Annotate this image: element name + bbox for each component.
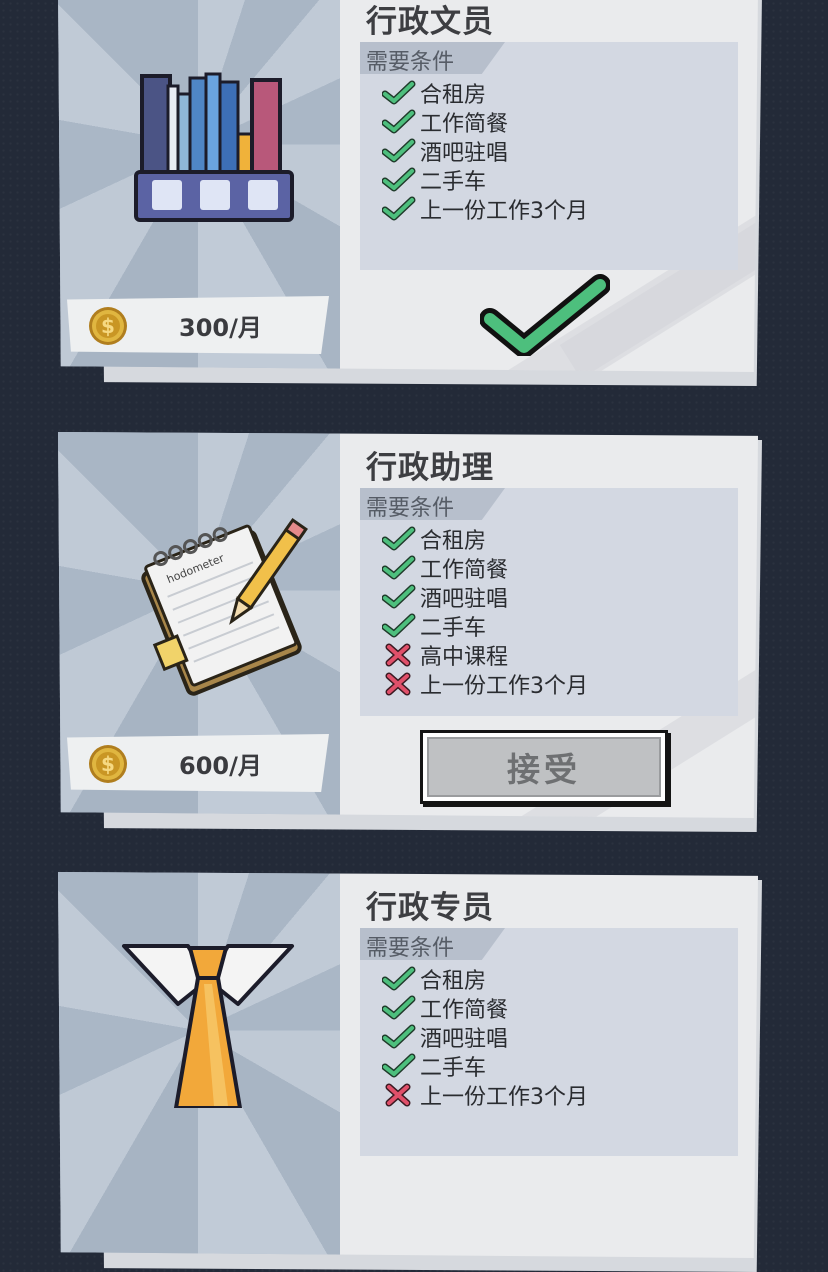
accept-button-label: 接受 <box>507 750 581 789</box>
cross-icon <box>385 672 411 695</box>
requirements-heading: 需要条件 <box>366 496 455 521</box>
check-icon <box>382 555 416 579</box>
job-card-2: hodometer 行政助理 需要条件 合租房 工作简餐 酒吧驻唱 二手车 高中… <box>58 432 763 832</box>
salary-value: 600/月 <box>179 752 262 780</box>
salary-badge: $ 600/月 <box>67 734 329 792</box>
coin-icon: $ <box>89 745 127 783</box>
requirements-panel: 需要条件 合租房 工作简餐 酒吧驻唱 二手车 上一份工作3个月 <box>360 42 738 270</box>
check-icon <box>382 138 416 162</box>
coin-icon: $ <box>89 307 127 345</box>
list-item: 工作简餐 <box>382 107 588 137</box>
salary-value: 300/月 <box>179 314 262 342</box>
cross-icon <box>385 643 411 666</box>
requirements-panel: 需要条件 合租房 工作简餐 酒吧驻唱 二手车 上一份工作3个月 <box>360 928 738 1156</box>
requirements-panel: 需要条件 合租房 工作简餐 酒吧驻唱 二手车 高中课程 上一份工作3个月 <box>360 488 738 716</box>
check-icon <box>382 613 416 637</box>
requirements-list: 合租房 工作简餐 酒吧驻唱 二手车 上一份工作3个月 <box>382 78 588 224</box>
list-item: 上一份工作3个月 <box>382 669 588 699</box>
requirements-list: 合租房 工作简餐 酒吧驻唱 二手车 高中课程 上一份工作3个月 <box>382 524 588 699</box>
list-item: 上一份工作3个月 <box>382 1080 588 1110</box>
requirements-list: 合租房 工作简餐 酒吧驻唱 二手车 上一份工作3个月 <box>382 964 588 1110</box>
accept-button[interactable]: 接受 <box>420 730 668 804</box>
list-item: 合租房 <box>382 78 588 108</box>
list-item: 合租房 <box>382 964 588 994</box>
list-item: 合租房 <box>382 524 588 554</box>
requirements-heading: 需要条件 <box>366 936 455 961</box>
check-icon <box>382 196 416 220</box>
svg-text:$: $ <box>101 314 115 338</box>
check-icon <box>382 109 416 133</box>
list-item: 酒吧驻唱 <box>382 136 588 166</box>
job-title: 行政文员 <box>366 4 494 40</box>
check-icon <box>382 995 416 1019</box>
check-icon <box>382 966 416 990</box>
check-icon <box>382 1024 416 1048</box>
requirements-heading: 需要条件 <box>366 50 455 75</box>
job-title: 行政专员 <box>366 890 494 926</box>
salary-badge: $ 300/月 <box>67 296 329 354</box>
svg-text:$: $ <box>101 752 115 776</box>
job-card-1: 行政文员 需要条件 合租房 工作简餐 酒吧驻唱 二手车 上一份工作3个月 $ 3… <box>58 0 763 386</box>
check-icon <box>382 584 416 608</box>
list-item: 工作简餐 <box>382 553 588 583</box>
list-item: 二手车 <box>382 611 588 641</box>
check-icon <box>382 80 416 104</box>
list-item: 二手车 <box>382 165 588 195</box>
job-title: 行政助理 <box>366 450 494 486</box>
check-icon <box>382 1053 416 1077</box>
list-item: 二手车 <box>382 1051 588 1081</box>
list-item: 高中课程 <box>382 640 588 670</box>
list-item: 酒吧驻唱 <box>382 1022 588 1052</box>
job-card-3: 行政专员 需要条件 合租房 工作简餐 酒吧驻唱 二手车 上一份工作3个月 <box>58 872 763 1272</box>
collar-tie-icon <box>122 944 294 1108</box>
check-icon <box>382 167 416 191</box>
list-item: 酒吧驻唱 <box>382 582 588 612</box>
accepted-check-icon <box>480 274 610 356</box>
notepad-pencil-icon: hodometer <box>141 517 308 696</box>
list-item: 工作简餐 <box>382 993 588 1023</box>
file-organizer-icon <box>134 72 294 222</box>
check-icon <box>382 526 416 550</box>
list-item: 上一份工作3个月 <box>382 194 588 224</box>
